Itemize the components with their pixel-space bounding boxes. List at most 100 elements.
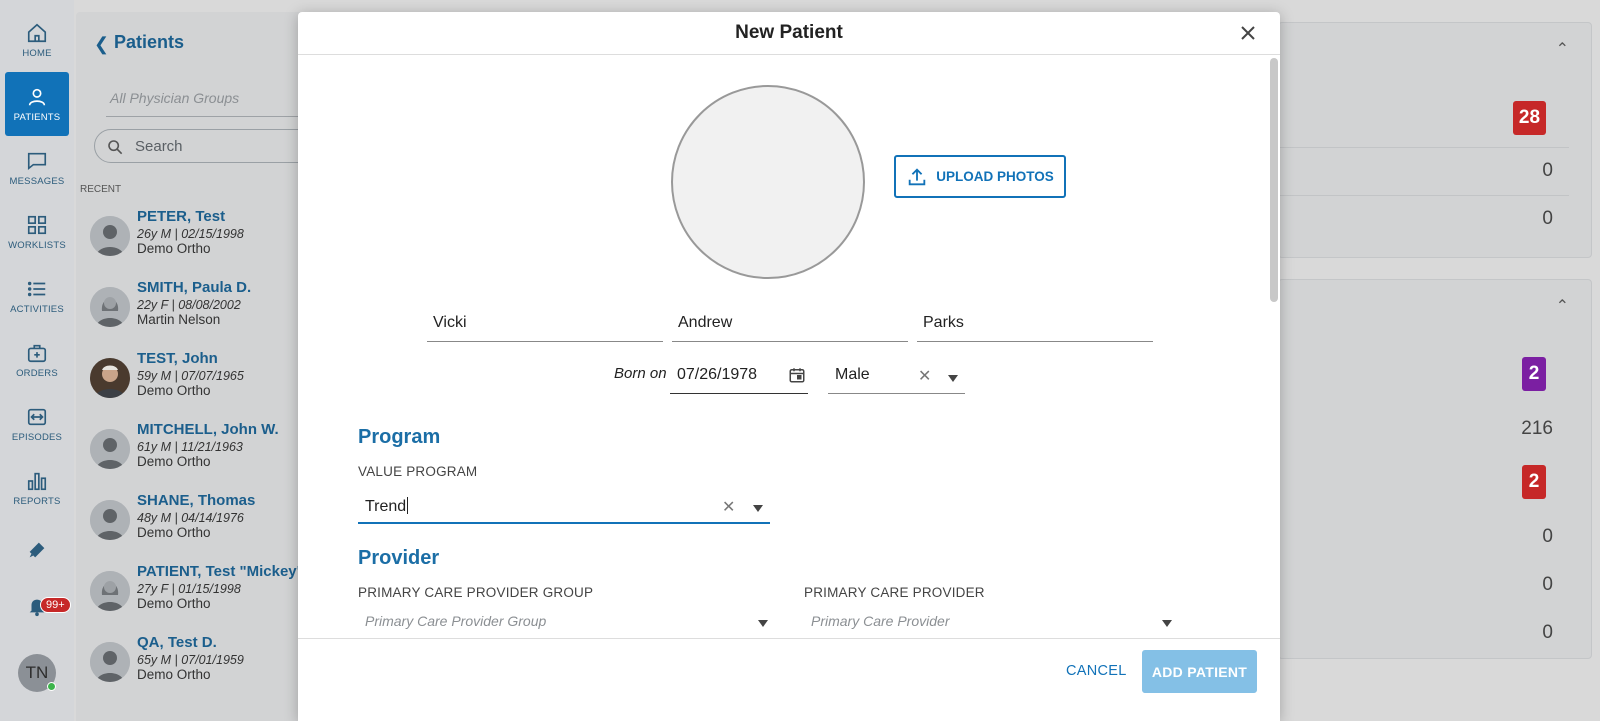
dialog-header: New Patient — [298, 12, 1280, 55]
patient-avatar — [90, 571, 130, 611]
patient-photo — [90, 358, 130, 398]
list-icon — [27, 281, 46, 296]
nav-home-label: HOME — [22, 47, 52, 59]
dialog-scrollbar[interactable] — [1270, 58, 1278, 302]
patient-org: Demo Ortho — [137, 454, 211, 469]
patient-name: SMITH, Paula D. — [137, 279, 252, 296]
text-cursor — [407, 497, 409, 514]
search-placeholder: Search — [135, 138, 183, 155]
summary-card-1: ⌃ 28 0 0 — [1278, 22, 1592, 258]
count-value: 0 — [1542, 208, 1553, 229]
count-value: 0 — [1542, 526, 1553, 547]
count-badge: 2 — [1522, 357, 1546, 391]
pcp-group-select[interactable]: Primary Care Provider Group — [358, 613, 770, 639]
online-status-dot — [47, 682, 56, 691]
count-value: 0 — [1542, 622, 1553, 643]
nav-episodes-label: EPISODES — [11, 431, 63, 443]
close-icon[interactable] — [1236, 21, 1260, 45]
notification-badge: 99+ — [40, 597, 71, 613]
clear-program-icon[interactable]: ✕ — [722, 497, 735, 517]
patient-avatar — [90, 216, 130, 256]
patient-name: SHANE, Thomas — [137, 492, 256, 509]
upload-photos-button[interactable]: UPLOAD PHOTOS — [894, 155, 1066, 198]
patient-meta: 48y M | 04/14/1976 — [137, 511, 244, 525]
value-program-input[interactable]: Trend ✕ — [358, 492, 770, 524]
patient-meta: 59y M | 07/07/1965 — [137, 369, 244, 383]
calendar-icon[interactable] — [788, 366, 806, 384]
count-value: 0 — [1542, 160, 1553, 181]
patient-avatar — [90, 287, 130, 327]
pcp-label: PRIMARY CARE PROVIDER — [804, 585, 985, 600]
patients-title: Patients — [114, 32, 185, 52]
megaphone-icon — [29, 542, 45, 558]
nav-activities-label: ACTIVITIES — [10, 303, 64, 315]
medkit-icon — [27, 344, 47, 362]
nav-activities[interactable]: ACTIVITIES — [5, 264, 69, 328]
cancel-button[interactable]: CANCEL — [1066, 663, 1127, 679]
nav-home[interactable]: HOME — [5, 8, 69, 72]
recent-label: RECENT — [80, 184, 122, 195]
count-value: 216 — [1521, 418, 1553, 439]
program-dropdown-icon[interactable] — [753, 505, 763, 512]
grid-icon — [27, 215, 47, 234]
bar-chart-icon — [27, 472, 47, 490]
middle-name-input[interactable]: Andrew — [672, 310, 908, 342]
search-icon — [108, 140, 123, 155]
nav-rail: HOME PATIENTS MESSAGES WORKLISTS ACTIVIT… — [0, 0, 74, 721]
nav-patients[interactable]: PATIENTS — [5, 72, 69, 136]
pcp-group-dropdown-icon[interactable] — [758, 620, 768, 627]
summary-card-2: ⌃ 2 216 2 0 0 0 — [1278, 279, 1592, 659]
sex-value: Male — [835, 366, 870, 383]
user-avatar[interactable]: TN — [18, 654, 56, 692]
patient-name: QA, Test D. — [137, 634, 217, 651]
patient-meta: 65y M | 07/01/1959 — [137, 653, 244, 667]
patient-name: PATIENT, Test "Mickey" — [137, 563, 304, 580]
user-initials: TN — [25, 663, 49, 682]
nav-worklists[interactable]: WORKLISTS — [5, 200, 69, 264]
sex-dropdown-icon[interactable] — [948, 375, 958, 382]
nav-reports[interactable]: REPORTS — [5, 456, 69, 520]
episodes-icon — [27, 408, 47, 425]
pcp-group-placeholder: Primary Care Provider Group — [365, 613, 547, 629]
nav-orders[interactable]: ORDERS — [5, 328, 69, 392]
physician-groups-select[interactable]: All Physician Groups — [110, 90, 239, 106]
born-on-label: Born on — [614, 365, 667, 382]
patient-org: Demo Ortho — [137, 383, 211, 398]
last-name-input[interactable]: Parks — [917, 310, 1153, 342]
nav-announcements[interactable] — [5, 520, 69, 584]
clear-sex-icon[interactable]: ✕ — [918, 366, 931, 386]
back-chevron-icon[interactable]: ❮ — [94, 34, 109, 55]
upload-photos-label: UPLOAD PHOTOS — [936, 169, 1054, 184]
photo-placeholder[interactable] — [671, 85, 865, 279]
value-program-text: Trend — [365, 498, 407, 515]
nav-messages[interactable]: MESSAGES — [5, 136, 69, 200]
pcp-select[interactable]: Primary Care Provider — [804, 613, 1176, 639]
first-name-input[interactable]: Vicki — [427, 310, 663, 342]
patient-org: Martin Nelson — [137, 312, 221, 327]
value-program-label: VALUE PROGRAM — [358, 464, 478, 479]
count-badge: 28 — [1513, 101, 1546, 135]
patient-avatar — [90, 642, 130, 682]
home-icon — [27, 23, 47, 42]
pcp-dropdown-icon[interactable] — [1162, 620, 1172, 627]
patient-org: Demo Ortho — [137, 241, 211, 256]
nav-orders-label: ORDERS — [16, 367, 58, 379]
patient-meta: 26y M | 02/15/1998 — [137, 227, 244, 241]
nav-patients-label: PATIENTS — [13, 111, 61, 123]
dob-value: 07/26/1978 — [677, 366, 758, 383]
nav-worklists-label: WORKLISTS — [8, 239, 66, 251]
nav-episodes[interactable]: EPISODES — [5, 392, 69, 456]
collapse-chevron-icon[interactable]: ⌃ — [1556, 39, 1569, 59]
dialog-footer: CANCEL ADD PATIENT — [298, 638, 1280, 721]
count-badge: 2 — [1522, 465, 1546, 499]
patient-meta: 61y M | 11/21/1963 — [137, 440, 243, 454]
collapse-chevron-icon[interactable]: ⌃ — [1556, 296, 1569, 316]
patient-meta: 27y F | 01/15/1998 — [137, 582, 241, 596]
row-divider — [1279, 195, 1569, 196]
new-patient-dialog: New Patient UPLOAD PHOTOS Vicki Andrew P… — [298, 12, 1280, 721]
person-icon — [28, 88, 46, 106]
patient-org: Demo Ortho — [137, 596, 211, 611]
add-patient-button[interactable]: ADD PATIENT — [1142, 650, 1257, 693]
dob-input[interactable]: 07/26/1978 — [670, 362, 808, 394]
sex-select[interactable]: Male ✕ — [828, 362, 965, 394]
